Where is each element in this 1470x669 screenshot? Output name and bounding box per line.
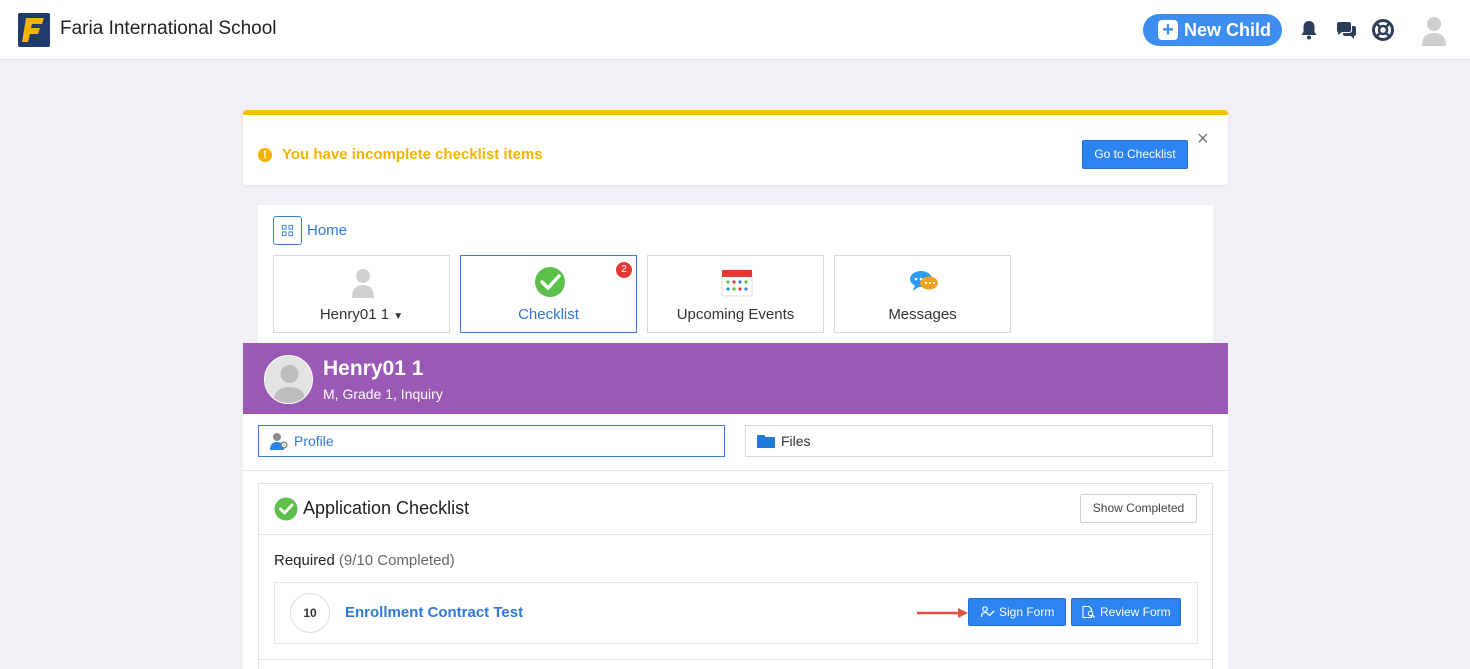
main-content: Profile Files Application Checklist Show…	[243, 414, 1228, 669]
application-checklist: Application Checklist Show Completed Req…	[258, 483, 1213, 669]
tab-files[interactable]: Files	[745, 425, 1213, 457]
tab-label: Files	[781, 433, 811, 449]
caret-down-icon: ▼	[393, 311, 404, 322]
checkmark-circle-icon	[535, 267, 565, 297]
chat-icon[interactable]	[1334, 18, 1358, 42]
user-avatar-icon[interactable]	[1420, 14, 1448, 46]
review-form-label: Review Form	[1100, 605, 1171, 619]
tile-label: Messages	[888, 306, 957, 323]
pointer-arrow-icon	[917, 608, 968, 618]
person-icon	[273, 365, 306, 403]
item-number: 10	[290, 593, 330, 633]
alert-message: You have incomplete checklist items	[282, 146, 543, 163]
home-link[interactable]: Home	[307, 222, 347, 239]
warning-icon: !	[258, 148, 272, 162]
calendar-icon	[721, 269, 753, 297]
new-child-label: New Child	[1184, 19, 1272, 40]
divider	[259, 659, 1212, 660]
folder-icon	[757, 435, 775, 448]
go-to-checklist-button[interactable]: Go to Checklist	[1082, 140, 1188, 169]
home-panel: Home Henry01 1 ▼ 2 Checklist Upcoming Ev…	[258, 205, 1213, 345]
bell-icon[interactable]	[1297, 18, 1321, 42]
tile-checklist[interactable]: 2 Checklist	[460, 255, 637, 333]
tile-label: Upcoming Events	[676, 306, 795, 323]
profile-user-icon	[270, 433, 288, 450]
grid-home-icon[interactable]	[273, 216, 302, 245]
section-count: (9/10 Completed)	[338, 552, 455, 569]
new-child-button[interactable]: + New Child	[1143, 14, 1282, 46]
school-logo-icon[interactable]	[18, 13, 50, 47]
tile-label: Checklist	[518, 306, 579, 323]
help-lifebuoy-icon[interactable]	[1371, 18, 1395, 42]
section-label: Required	[274, 552, 335, 569]
review-form-button[interactable]: Review Form	[1071, 598, 1181, 626]
sign-form-button[interactable]: Sign Form	[968, 598, 1066, 626]
divider	[243, 470, 1228, 471]
school-name: Faria International School	[60, 18, 277, 39]
tab-label: Profile	[294, 433, 334, 449]
sign-form-label: Sign Form	[999, 605, 1055, 619]
incomplete-checklist-alert: ! You have incomplete checklist items Go…	[243, 110, 1228, 185]
tile-student[interactable]: Henry01 1 ▼	[273, 255, 450, 333]
item-title-link[interactable]: Enrollment Contract Test	[345, 604, 523, 621]
top-bar: Faria International School + New Child	[0, 0, 1470, 60]
student-profile-header: Henry01 1 M, Grade 1, Inquiry	[243, 343, 1228, 414]
student-details: M, Grade 1, Inquiry	[323, 386, 443, 402]
notification-badge: 2	[616, 262, 632, 278]
document-search-icon	[1082, 606, 1095, 618]
checklist-item: 10 Enrollment Contract Test Sign Form Re…	[274, 582, 1198, 644]
tile-upcoming-events[interactable]: Upcoming Events	[647, 255, 824, 333]
chat-bubbles-icon	[910, 271, 938, 291]
student-name: Henry01 1	[323, 357, 424, 380]
tile-messages[interactable]: Messages	[834, 255, 1011, 333]
signature-icon	[981, 606, 995, 618]
person-icon	[352, 269, 374, 298]
checklist-title: Application Checklist	[303, 498, 470, 518]
plus-icon: +	[1158, 20, 1178, 40]
tab-profile[interactable]: Profile	[258, 425, 725, 457]
avatar	[264, 355, 313, 404]
tile-label: Henry01 1 ▼	[319, 306, 404, 323]
checkmark-circle-icon	[274, 497, 298, 521]
show-completed-button[interactable]: Show Completed	[1080, 494, 1197, 523]
divider	[259, 534, 1212, 535]
required-section-label: Required (9/10 Completed)	[274, 552, 455, 569]
close-icon[interactable]: ×	[1197, 129, 1213, 149]
